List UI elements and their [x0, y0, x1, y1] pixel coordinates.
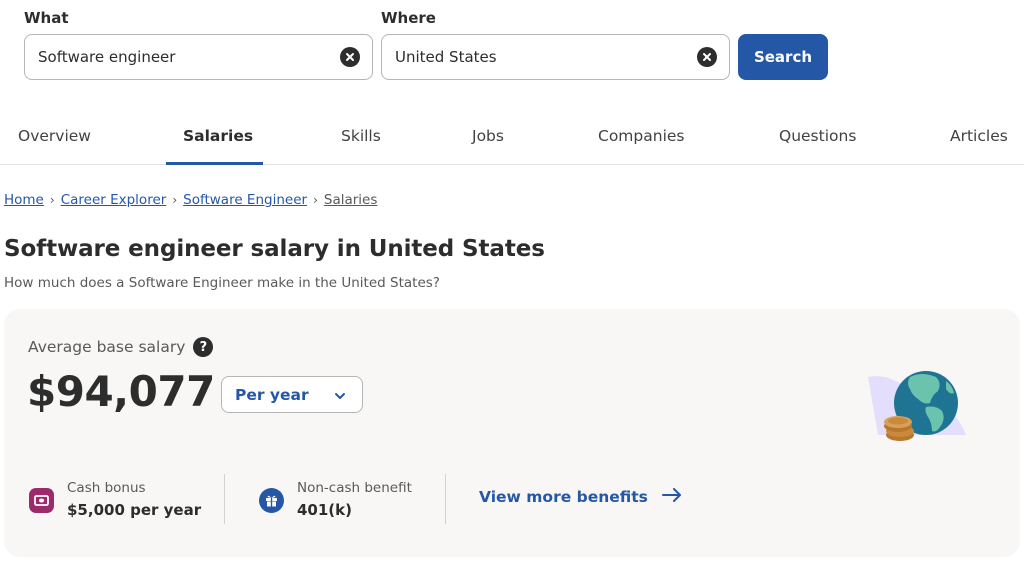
arrow-right-icon — [661, 488, 682, 506]
period-selected: Per year — [235, 385, 309, 404]
breadcrumb-separator: › — [49, 193, 55, 207]
breadcrumb-current[interactable]: Salaries — [324, 192, 378, 208]
what-field[interactable]: Software engineer — [24, 34, 373, 80]
coins-icon — [884, 416, 914, 441]
salary-card: Average base salary ? $94,077 Per year C… — [4, 309, 1020, 557]
salary-amount: $94,077 — [27, 367, 215, 416]
average-salary-label: Average base salary ? — [28, 337, 214, 357]
average-salary-text: Average base salary — [28, 338, 186, 356]
tab-skills[interactable]: Skills — [341, 106, 381, 165]
benefit-label: Cash bonus — [67, 480, 146, 496]
what-label: What — [24, 9, 69, 27]
clear-what-icon[interactable] — [340, 47, 360, 67]
benefit-label: Non-cash benefit — [297, 480, 412, 496]
breadcrumb-separator: › — [172, 193, 178, 207]
where-input[interactable]: United States — [395, 48, 697, 66]
clear-where-icon[interactable] — [697, 47, 717, 67]
tab-overview[interactable]: Overview — [18, 106, 91, 165]
chevron-down-icon — [334, 385, 346, 404]
breadcrumb-career-explorer[interactable]: Career Explorer — [61, 192, 167, 208]
view-more-benefits-text: View more benefits — [479, 488, 648, 506]
tab-jobs[interactable]: Jobs — [472, 106, 504, 165]
help-icon[interactable]: ? — [193, 337, 214, 357]
breadcrumb: Home › Career Explorer › Software Engine… — [4, 192, 377, 208]
divider — [224, 474, 225, 524]
search-button[interactable]: Search — [738, 34, 828, 80]
benefit-cash-bonus: Cash bonus $5,000 per year — [29, 474, 201, 526]
search-bar: What Software engineer Where United Stat… — [0, 0, 1024, 100]
benefit-value: 401(k) — [297, 501, 352, 519]
where-label: Where — [381, 9, 436, 27]
tab-questions[interactable]: Questions — [779, 106, 856, 165]
view-more-benefits-link[interactable]: View more benefits — [479, 488, 682, 506]
breadcrumb-separator: › — [313, 193, 318, 207]
benefit-non-cash: Non-cash benefit 401(k) — [259, 474, 412, 526]
globe-coins-illustration — [866, 365, 970, 445]
benefits-row: Cash bonus $5,000 per year Non-cash bene… — [4, 474, 1020, 526]
tab-salaries[interactable]: Salaries — [183, 106, 253, 165]
where-field[interactable]: United States — [381, 34, 730, 80]
gift-icon — [259, 487, 284, 513]
tab-articles[interactable]: Articles — [950, 106, 1008, 165]
divider — [445, 474, 446, 524]
cash-icon — [29, 487, 54, 513]
page-subtitle: How much does a Software Engineer make i… — [4, 275, 440, 291]
what-input[interactable]: Software engineer — [38, 48, 340, 66]
breadcrumb-home[interactable]: Home — [4, 192, 44, 208]
tab-companies[interactable]: Companies — [598, 106, 684, 165]
breadcrumb-software-engineer[interactable]: Software Engineer — [183, 192, 307, 208]
page-title: Software engineer salary in United State… — [4, 236, 545, 262]
benefit-value: $5,000 per year — [67, 501, 202, 519]
section-tabs: Overview Salaries Skills Jobs Companies … — [0, 106, 1024, 165]
period-dropdown[interactable]: Per year — [221, 376, 363, 413]
active-tab-indicator — [166, 162, 263, 165]
